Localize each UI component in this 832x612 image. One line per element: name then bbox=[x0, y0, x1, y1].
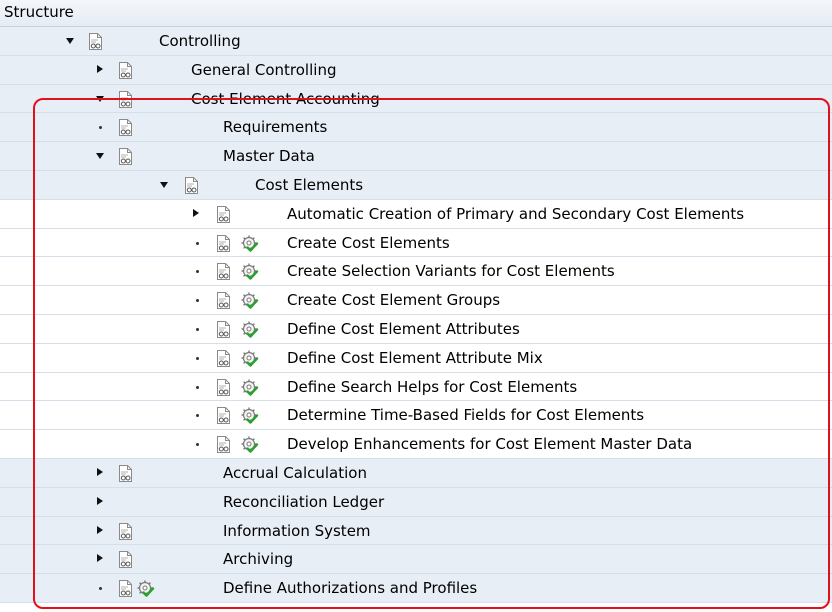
documentation-icon[interactable] bbox=[118, 464, 133, 483]
leaf-bullet-icon bbox=[196, 299, 199, 303]
tree-node-label[interactable]: Develop Enhancements for Cost Element Ma… bbox=[287, 435, 692, 453]
collapse-arrow-right-icon[interactable] bbox=[97, 554, 103, 563]
execute-activity-icon[interactable] bbox=[240, 234, 259, 253]
tree-node-label[interactable]: Controlling bbox=[159, 32, 241, 50]
tree-node[interactable]: Cost Element Accounting bbox=[0, 84, 832, 114]
tree-node-label[interactable]: Master Data bbox=[223, 147, 315, 165]
collapse-arrow-right-icon[interactable] bbox=[97, 64, 103, 73]
tree-node-label[interactable]: Define Authorizations and Profiles bbox=[223, 579, 477, 597]
tree-node[interactable]: Create Selection Variants for Cost Eleme… bbox=[0, 257, 832, 287]
tree-node[interactable]: Define Authorizations and Profiles bbox=[0, 574, 832, 603]
tree-node[interactable]: Define Search Helps for Cost Elements bbox=[0, 372, 832, 402]
documentation-icon[interactable] bbox=[216, 349, 231, 368]
tree-node-label[interactable]: Reconciliation Ledger bbox=[223, 493, 384, 511]
collapse-arrow-right-icon[interactable] bbox=[97, 467, 103, 476]
tree-node[interactable]: Cost Elements bbox=[0, 170, 832, 200]
tree-node[interactable]: Information System bbox=[0, 516, 832, 546]
tree-node-label[interactable]: Define Cost Element Attribute Mix bbox=[287, 349, 543, 367]
tree-node[interactable]: Define Cost Element Attribute Mix bbox=[0, 343, 832, 373]
tree-node[interactable]: Master Data bbox=[0, 142, 832, 171]
leaf-bullet-icon bbox=[196, 270, 199, 274]
documentation-icon[interactable] bbox=[216, 262, 231, 281]
tree-node-label[interactable]: Information System bbox=[223, 522, 371, 540]
structure-header-title: Structure bbox=[4, 3, 74, 21]
tree-node[interactable]: Create Cost Element Groups bbox=[0, 286, 832, 315]
documentation-icon[interactable] bbox=[216, 378, 231, 397]
tree-node-label[interactable]: Define Search Helps for Cost Elements bbox=[287, 378, 577, 396]
leaf-bullet-icon bbox=[196, 414, 199, 418]
collapse-arrow-right-icon[interactable] bbox=[193, 208, 199, 217]
tree-node[interactable]: Automatic Creation of Primary and Second… bbox=[0, 199, 832, 229]
documentation-icon[interactable] bbox=[216, 291, 231, 310]
tree-node-label[interactable]: Automatic Creation of Primary and Second… bbox=[287, 205, 744, 223]
documentation-icon[interactable] bbox=[118, 61, 133, 80]
expand-arrow-down-icon[interactable] bbox=[66, 38, 74, 44]
tree-node-label[interactable]: Create Cost Element Groups bbox=[287, 291, 500, 309]
documentation-icon[interactable] bbox=[216, 435, 231, 454]
execute-activity-icon[interactable] bbox=[240, 320, 259, 339]
documentation-icon[interactable] bbox=[118, 118, 133, 137]
expand-arrow-down-icon[interactable] bbox=[96, 153, 104, 160]
tree-node-label[interactable]: Create Cost Elements bbox=[287, 234, 450, 252]
documentation-icon[interactable] bbox=[118, 550, 133, 569]
tree-node[interactable]: Define Cost Element Attributes bbox=[0, 314, 832, 344]
documentation-icon[interactable] bbox=[118, 90, 133, 109]
tree-node-label[interactable]: Create Selection Variants for Cost Eleme… bbox=[287, 262, 615, 280]
leaf-bullet-icon bbox=[196, 241, 199, 245]
expand-arrow-down-icon[interactable] bbox=[160, 181, 168, 188]
leaf-bullet-icon bbox=[196, 385, 199, 389]
tree-node[interactable]: Develop Enhancements for Cost Element Ma… bbox=[0, 430, 832, 459]
tree-node-label[interactable]: Requirements bbox=[223, 118, 327, 136]
execute-activity-icon[interactable] bbox=[240, 291, 259, 310]
execute-activity-icon[interactable] bbox=[240, 406, 259, 425]
leaf-bullet-icon bbox=[196, 443, 199, 447]
tree-node-label[interactable]: Define Cost Element Attributes bbox=[287, 320, 520, 338]
execute-activity-icon[interactable] bbox=[240, 435, 259, 454]
leaf-bullet-icon bbox=[99, 126, 102, 130]
leaf-bullet-icon bbox=[196, 327, 199, 331]
tree-node-label[interactable]: General Controlling bbox=[191, 61, 336, 79]
tree-node[interactable]: General Controlling bbox=[0, 55, 832, 85]
documentation-icon[interactable] bbox=[118, 147, 133, 166]
tree-node[interactable]: Create Cost Elements bbox=[0, 228, 832, 258]
tree-node[interactable]: Archiving bbox=[0, 545, 832, 575]
documentation-icon[interactable] bbox=[216, 406, 231, 425]
documentation-icon[interactable] bbox=[184, 176, 199, 195]
execute-activity-icon[interactable] bbox=[136, 579, 155, 598]
collapse-arrow-right-icon[interactable] bbox=[97, 525, 103, 534]
tree-node[interactable]: Determine Time-Based Fields for Cost Ele… bbox=[0, 401, 832, 431]
execute-activity-icon[interactable] bbox=[240, 378, 259, 397]
tree-node-label[interactable]: Cost Elements bbox=[255, 176, 363, 194]
tree-node[interactable]: Controlling bbox=[0, 27, 832, 56]
tree-node-label[interactable]: Archiving bbox=[223, 550, 293, 568]
leaf-bullet-icon bbox=[99, 587, 102, 591]
tree-node-label[interactable]: Cost Element Accounting bbox=[191, 90, 380, 108]
tree-node[interactable]: Reconciliation Ledger bbox=[0, 487, 832, 517]
tree-node[interactable]: Accrual Calculation bbox=[0, 458, 832, 488]
documentation-icon[interactable] bbox=[216, 234, 231, 253]
leaf-bullet-icon bbox=[196, 356, 199, 360]
structure-header: Structure bbox=[0, 0, 832, 27]
tree-node-label[interactable]: Determine Time-Based Fields for Cost Ele… bbox=[287, 406, 644, 424]
documentation-icon[interactable] bbox=[118, 579, 133, 598]
tree-node[interactable]: Requirements bbox=[0, 113, 832, 143]
documentation-icon[interactable] bbox=[88, 32, 103, 51]
documentation-icon[interactable] bbox=[216, 205, 231, 224]
documentation-icon[interactable] bbox=[216, 320, 231, 339]
execute-activity-icon[interactable] bbox=[240, 262, 259, 281]
tree-node-label[interactable]: Accrual Calculation bbox=[223, 464, 367, 482]
execute-activity-icon[interactable] bbox=[240, 349, 259, 368]
collapse-arrow-right-icon[interactable] bbox=[97, 496, 103, 505]
documentation-icon[interactable] bbox=[118, 522, 133, 541]
expand-arrow-down-icon[interactable] bbox=[96, 95, 104, 102]
structure-tree: Controlling General Controlling Cost Eleme… bbox=[0, 27, 832, 603]
